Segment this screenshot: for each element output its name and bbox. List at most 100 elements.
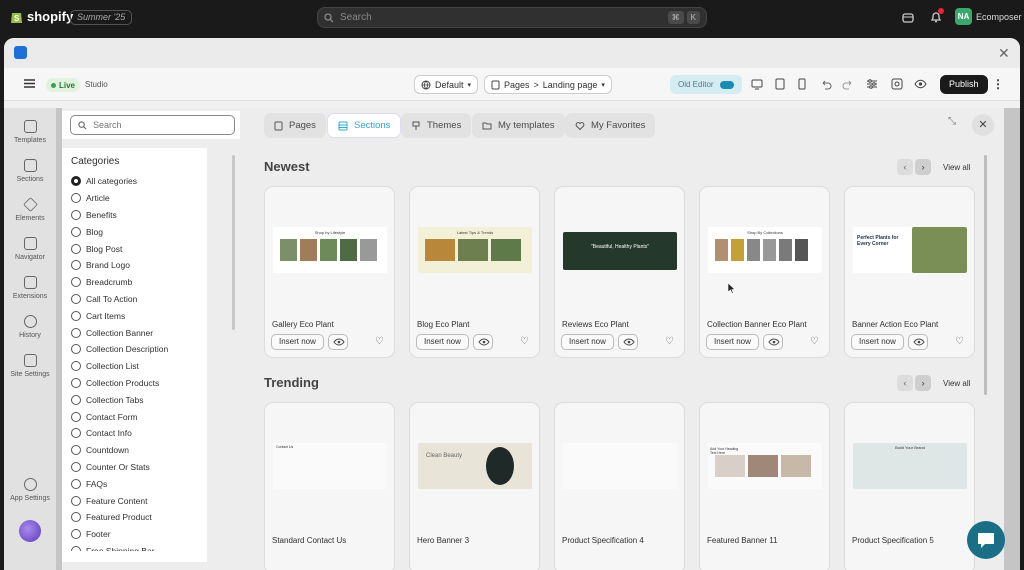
radio-button[interactable] [71, 428, 81, 439]
settings-sliders-icon[interactable] [866, 78, 878, 90]
favorite-heart-icon[interactable]: ♡ [520, 336, 529, 347]
old-editor-toggle[interactable]: Old Editor [670, 75, 742, 94]
publish-button[interactable]: Publish [940, 75, 988, 94]
tab-sections[interactable]: Sections [327, 113, 402, 138]
chat-support-button[interactable] [967, 521, 1005, 559]
section-card[interactable]: Contact Us Standard Contact Us [264, 402, 395, 570]
store-icon[interactable] [902, 11, 914, 23]
user-avatar[interactable]: NA [955, 8, 972, 25]
radio-button[interactable] [71, 529, 81, 540]
category-item[interactable]: Breadcrumb [71, 274, 207, 291]
category-item[interactable]: Benefits [71, 207, 207, 224]
prev-arrow-icon[interactable]: ‹ [897, 375, 913, 391]
radio-button[interactable] [71, 478, 81, 489]
category-item[interactable]: Brand Logo [71, 257, 207, 274]
page-select[interactable]: Pages > Landing page ▾ [484, 75, 612, 94]
category-item[interactable]: Countdown [71, 442, 207, 459]
radio-button[interactable] [71, 461, 81, 472]
radio-button[interactable] [71, 327, 81, 338]
assistant-avatar[interactable] [19, 520, 41, 542]
category-item[interactable]: Blog [71, 223, 207, 240]
section-card[interactable]: Perfect Plants for Every Corner Banner Ac… [844, 186, 975, 358]
rail-history[interactable]: History [4, 315, 56, 339]
category-item[interactable]: Collection Description [71, 341, 207, 358]
rail-elements[interactable]: Elements [4, 197, 56, 222]
preview-eye-icon[interactable] [908, 334, 928, 350]
menu-icon[interactable] [24, 79, 35, 88]
next-arrow-icon[interactable]: › [915, 375, 931, 391]
rail-navigator[interactable]: Navigator [4, 237, 56, 261]
radio-button[interactable] [71, 293, 81, 304]
preview-eye-icon[interactable] [618, 334, 638, 350]
radio-button[interactable] [71, 310, 81, 321]
newest-view-all-link[interactable]: View all [943, 163, 970, 172]
store-name[interactable]: Ecomposer [976, 12, 1022, 22]
category-item[interactable]: Featured Product [71, 509, 207, 526]
rail-templates[interactable]: Templates [4, 120, 56, 144]
main-scrollbar[interactable] [984, 155, 987, 395]
tab-my-favorites[interactable]: My Favorites [565, 113, 656, 138]
rail-site-settings[interactable]: Site Settings [4, 354, 56, 378]
favorite-heart-icon[interactable]: ♡ [375, 336, 384, 347]
tab-pages[interactable]: Pages [264, 113, 326, 138]
radio-button[interactable] [71, 495, 81, 506]
category-item[interactable]: Contact Info [71, 425, 207, 442]
insert-now-button[interactable]: Insert now [416, 334, 469, 350]
rail-app-settings[interactable]: App Settings [4, 478, 56, 502]
radio-button[interactable] [71, 445, 81, 456]
mobile-view-icon[interactable] [796, 78, 808, 90]
toggle-switch[interactable] [719, 80, 734, 89]
insert-now-button[interactable]: Insert now [851, 334, 904, 350]
prev-arrow-icon[interactable]: ‹ [897, 159, 913, 175]
preview-eye-icon[interactable] [473, 334, 493, 350]
category-item[interactable]: All categories [71, 173, 207, 190]
category-item[interactable]: Collection List [71, 358, 207, 375]
desktop-view-icon[interactable] [751, 78, 763, 90]
tab-my-templates[interactable]: My templates [472, 113, 565, 138]
category-item[interactable]: Footer [71, 526, 207, 543]
theme-select[interactable]: Default ▾ [414, 75, 479, 94]
category-item[interactable]: Blog Post [71, 240, 207, 257]
section-card[interactable]: Clean Beauty Hero Banner 3 [409, 402, 540, 570]
radio-button[interactable] [71, 545, 81, 551]
preview-eye-icon[interactable] [328, 334, 348, 350]
close-modal-icon[interactable]: ✕ [972, 114, 994, 136]
preview-eye-icon[interactable] [914, 78, 927, 90]
trending-view-all-link[interactable]: View all [943, 379, 970, 388]
radio-button[interactable] [71, 344, 81, 355]
radio-button[interactable] [71, 394, 81, 405]
section-card[interactable]: Add Your Heading Text Here Featured Banne… [699, 402, 830, 570]
category-item[interactable]: Collection Products [71, 375, 207, 392]
category-item[interactable]: Collection Tabs [71, 391, 207, 408]
radio-button[interactable] [71, 512, 81, 523]
search-input[interactable] [93, 120, 213, 130]
minimize-icon[interactable]: ⤡ [948, 116, 956, 127]
category-item[interactable]: Counter Or Stats [71, 459, 207, 476]
radio-button[interactable] [71, 226, 81, 237]
redo-icon[interactable] [842, 78, 854, 90]
category-item[interactable]: Collection Banner [71, 324, 207, 341]
favorite-heart-icon[interactable]: ♡ [665, 336, 674, 347]
section-card[interactable]: Latest Tips & Trends Blog Eco Plant Insert… [409, 186, 540, 358]
section-card[interactable]: "Beautiful, Healthy Plants" Reviews Eco P… [554, 186, 685, 358]
radio-button[interactable] [71, 361, 81, 372]
section-search-field[interactable] [70, 115, 235, 135]
insert-now-button[interactable]: Insert now [561, 334, 614, 350]
category-item[interactable]: Call To Action [71, 291, 207, 308]
category-item[interactable]: Feature Content [71, 492, 207, 509]
insert-now-button[interactable]: Insert now [271, 334, 324, 350]
tab-themes[interactable]: Themes [401, 113, 472, 138]
radio-button[interactable] [71, 243, 81, 254]
tablet-view-icon[interactable] [774, 78, 786, 90]
section-card[interactable]: Shop By Collections Collection Banner Eco… [699, 186, 830, 358]
close-icon[interactable]: ✕ [998, 45, 1010, 62]
insert-now-button[interactable]: Insert now [706, 334, 759, 350]
radio-button[interactable] [71, 277, 81, 288]
rail-sections[interactable]: Sections [4, 159, 56, 183]
category-item[interactable]: Contact Form [71, 408, 207, 425]
radio-button[interactable] [71, 176, 81, 187]
favorite-heart-icon[interactable]: ♡ [955, 336, 964, 347]
radio-button[interactable] [71, 209, 81, 220]
radio-button[interactable] [71, 377, 81, 388]
radio-button[interactable] [71, 260, 81, 271]
